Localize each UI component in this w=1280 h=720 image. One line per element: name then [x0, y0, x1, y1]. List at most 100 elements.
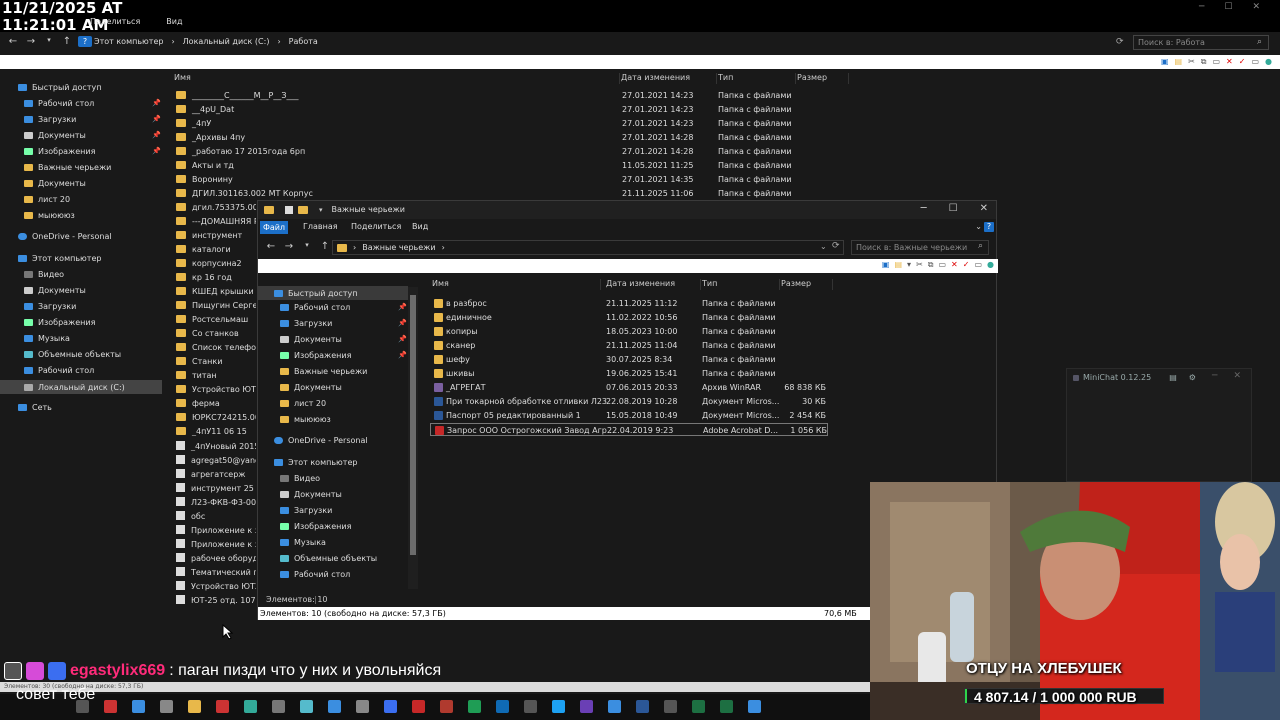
properties-icon[interactable]: ▤	[894, 260, 902, 270]
nav-3d-objects[interactable]: Объемные объекты	[280, 554, 377, 563]
table-row[interactable]: __4pU_Dat	[176, 105, 234, 114]
cut-icon[interactable]: ✂	[916, 260, 923, 270]
taskbar-brave-icon[interactable]	[440, 700, 453, 713]
table-row[interactable]: _АГРЕГАТ 07.06.2015 20:33 Архив WinRAR 68 8…	[430, 381, 828, 394]
table-row[interactable]: копиры 18.05.2023 10:00 Папка с файлами	[430, 325, 828, 338]
tab-home[interactable]: Главная	[303, 222, 338, 231]
taskbar-settings-icon[interactable]	[272, 700, 285, 713]
nav-documents-2[interactable]: Документы	[24, 179, 86, 188]
table-row[interactable]: agregat50@yandex	[176, 455, 256, 465]
table-row[interactable]: каталоги	[176, 245, 256, 254]
nav-downloads[interactable]: Загрузки	[24, 115, 76, 124]
taskbar-app-icon[interactable]	[356, 700, 369, 713]
delete-icon[interactable]: ✕	[1226, 57, 1233, 67]
table-row[interactable]: Пищугин Сергей В	[176, 301, 256, 310]
delete-icon[interactable]: ✕	[951, 260, 958, 270]
table-row[interactable]: ЮРКС724215.001 к	[176, 413, 256, 422]
taskbar-excel-icon[interactable]	[720, 700, 733, 713]
menu-icon[interactable]: ▤	[1169, 373, 1177, 382]
nav-local-disk-selected[interactable]: Локальный диск (C:)	[0, 380, 162, 394]
nav-music[interactable]: Музыка	[280, 538, 326, 547]
crumb-this-pc[interactable]: Этот компьютер	[94, 37, 163, 46]
table-row[interactable]: инструмент	[176, 231, 256, 240]
taskbar-app-icon[interactable]	[524, 700, 537, 713]
tab-share[interactable]: Поделиться	[90, 17, 140, 26]
recent-chevron-icon[interactable]: ▾	[300, 241, 314, 252]
back-arrow-icon[interactable]: ←	[6, 36, 20, 47]
breadcrumb[interactable]: Этот компьютер › Локальный диск (C:) › Р…	[94, 37, 318, 46]
rename-icon[interactable]: ▭	[974, 260, 982, 270]
taskbar-steam-icon[interactable]	[748, 700, 761, 713]
paste-icon[interactable]: ▭	[1212, 57, 1220, 67]
table-row[interactable]: Л23-ФКВ-Ф3-00.00	[176, 497, 256, 507]
up-arrow-icon[interactable]: ↑	[318, 241, 332, 252]
taskbar-browser-icon[interactable]	[216, 700, 229, 713]
table-row[interactable]: Ростсельмаш	[176, 315, 256, 324]
taskbar-app-icon[interactable]	[468, 700, 481, 713]
taskbar-edge-icon[interactable]	[328, 700, 341, 713]
maximize-icon[interactable]: ☐	[949, 203, 958, 214]
rename-icon[interactable]: ▭	[1251, 57, 1259, 67]
table-row[interactable]: в разброс 21.11.2025 11:12 Папка с файлами	[430, 297, 828, 310]
check-icon[interactable]: ✓	[963, 260, 970, 270]
nav-important-drawings[interactable]: Важные черьежи	[280, 367, 367, 376]
table-row[interactable]: При токарной обработке отливки Л23 22.08.…	[430, 395, 828, 408]
table-row[interactable]: Запрос ООО Острогожский Завод Агр... 22.0…	[430, 423, 828, 436]
copy-icon[interactable]: ⧉	[928, 260, 934, 270]
properties-icon[interactable]: ▤	[1175, 57, 1183, 67]
minimize-icon[interactable]: ─	[921, 203, 927, 214]
table-row[interactable]: Устройство ЮТ25	[176, 581, 256, 591]
table-row[interactable]: ЮТ-25 отд. 107-8	[176, 595, 256, 605]
column-date[interactable]: Дата изменения	[621, 73, 717, 84]
tab-file[interactable]: Файл	[260, 221, 288, 234]
taskbar-app-icon[interactable]	[244, 700, 257, 713]
new-folder-icon[interactable]	[298, 205, 308, 214]
crumb-drive[interactable]: Локальный диск (C:)	[183, 37, 270, 46]
expand-ribbon-icon[interactable]: ⌄	[975, 222, 982, 231]
globe-icon[interactable]: ●	[1265, 57, 1272, 67]
table-row[interactable]: Станки	[176, 357, 256, 366]
nav-documents-2[interactable]: Документы	[280, 383, 342, 392]
tab-view[interactable]: Вид	[166, 17, 182, 26]
forward-arrow-icon[interactable]: →	[282, 241, 296, 252]
nav-pc-desktop[interactable]: Рабочий стол	[280, 570, 350, 579]
nav-video[interactable]: Видео	[280, 474, 320, 483]
table-row[interactable]: Приложение к зап	[176, 539, 256, 549]
taskbar-premiere-icon[interactable]	[580, 700, 593, 713]
table-row[interactable]: дгил.753375.001 щ	[176, 203, 256, 212]
column-type[interactable]: Тип	[718, 73, 796, 84]
help-icon[interactable]: ?	[78, 36, 92, 47]
nav-desktop[interactable]: Рабочий стол	[24, 99, 94, 108]
table-row[interactable]: корпусина2	[176, 259, 256, 268]
nav-this-pc[interactable]: Этот компьютер	[18, 254, 101, 263]
nav-music-folder[interactable]: мыюююз	[24, 211, 75, 220]
nav-this-pc[interactable]: Этот компьютер	[274, 458, 357, 467]
chevron-down-icon[interactable]: ▾	[907, 260, 911, 270]
back-arrow-icon[interactable]: ←	[264, 241, 278, 252]
table-row[interactable]: _работаю 17 2015года 6рп	[176, 147, 305, 156]
nav-documents[interactable]: Документы	[280, 335, 342, 344]
taskbar-app-icon[interactable]	[496, 700, 509, 713]
nav-quick-access[interactable]: Быстрый доступ	[258, 286, 408, 300]
table-row[interactable]: шефу 30.07.2025 8:34 Папка с файлами	[430, 353, 828, 366]
nav-network[interactable]: Сеть	[18, 403, 52, 412]
taskbar-task-view-icon[interactable]	[132, 700, 145, 713]
nav-video[interactable]: Видео	[24, 270, 64, 279]
qat-properties-icon[interactable]	[285, 205, 293, 214]
table-row[interactable]: ---ДОМАШНЯЯ РА	[176, 217, 256, 226]
recent-chevron-icon[interactable]: ▾	[42, 36, 56, 47]
table-row[interactable]: кр 16 год	[176, 273, 256, 282]
taskbar-excel-icon[interactable]	[692, 700, 705, 713]
nav-quick-access[interactable]: Быстрый доступ	[18, 83, 101, 92]
crumb-work[interactable]: Работа	[289, 37, 318, 46]
nav-pictures[interactable]: Изображения	[24, 147, 95, 156]
minimize-icon[interactable]: ─	[1199, 2, 1204, 12]
table-row[interactable]: рабочее оборудов	[176, 553, 256, 563]
taskbar-folder-icon[interactable]	[188, 700, 201, 713]
nav-important-drawings[interactable]: Важные черьежи	[24, 163, 111, 172]
copy-icon[interactable]: ⧉	[1201, 57, 1207, 67]
address-chevron-icon[interactable]: ⌄	[820, 242, 827, 251]
taskbar-terminal-icon[interactable]	[664, 700, 677, 713]
taskbar-app-icon[interactable]	[300, 700, 313, 713]
address-bar[interactable]: › Важные черьежи ›	[332, 240, 844, 255]
